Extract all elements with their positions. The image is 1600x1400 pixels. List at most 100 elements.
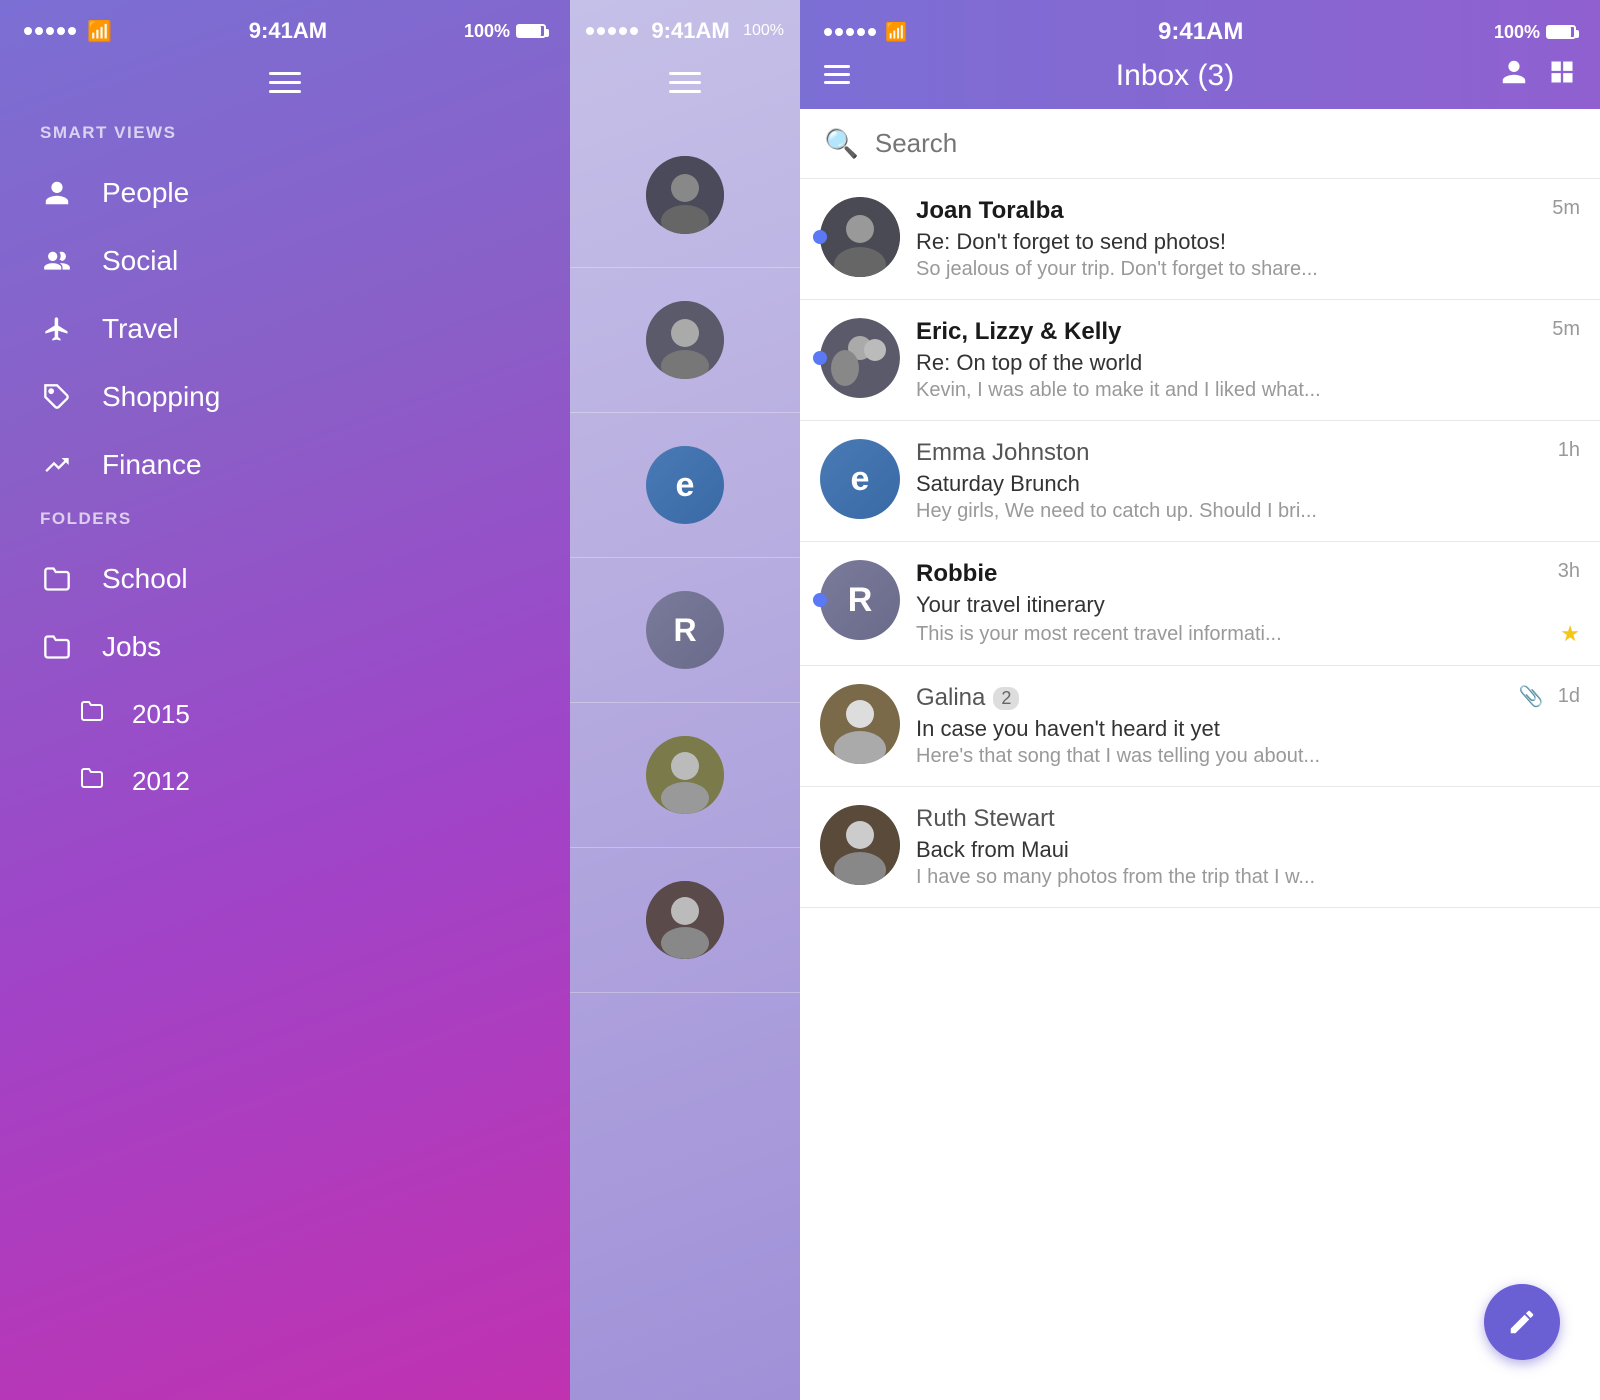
smart-views-label: SMART VIEWS	[0, 123, 570, 159]
right-nav-bar: Inbox (3)	[824, 58, 1576, 93]
unread-dot-robbie	[813, 593, 827, 607]
avatar-robbie-partial: R	[646, 591, 724, 669]
social-label: Social	[102, 245, 178, 277]
email-item-ruth[interactable]: Ruth Stewart Back from Maui I have so ma…	[800, 787, 1600, 908]
time-robbie: 3h	[1558, 560, 1580, 583]
sidebar-item-finance[interactable]: Finance	[0, 431, 570, 499]
middle-phone: 9:41AM 100% e R	[570, 0, 800, 1400]
folder-2012-icon	[80, 766, 104, 797]
compose-button[interactable]	[1484, 1284, 1560, 1360]
preview-joan: So jealous of your trip. Don't forget to…	[916, 258, 1580, 281]
email-item-robbie[interactable]: R Robbie 3h Your travel itinerary This i…	[800, 542, 1600, 666]
time-joan: 5m	[1552, 197, 1580, 220]
sidebar-item-2015[interactable]: 2015	[0, 681, 570, 748]
avatar-galina	[820, 684, 900, 764]
sidebar-item-jobs[interactable]: Jobs	[0, 613, 570, 681]
folder-2012-label: 2012	[132, 766, 190, 797]
right-battery-text: 100%	[1494, 22, 1540, 43]
school-label: School	[102, 563, 188, 595]
avatar-emma-partial: e	[646, 446, 724, 524]
right-time: 9:41AM	[1158, 18, 1243, 46]
avatar-galina-partial	[646, 736, 724, 814]
avatar-eric	[820, 318, 900, 398]
folder-2015-label: 2015	[132, 699, 190, 730]
left-battery-text: 100%	[464, 21, 510, 42]
badge-galina: 2	[993, 687, 1019, 710]
time-eric: 5m	[1552, 318, 1580, 341]
people-label: People	[102, 177, 189, 209]
sidebar-item-school[interactable]: School	[0, 545, 570, 613]
avatar-joan	[820, 197, 900, 277]
sidebar-item-social[interactable]: Social	[0, 227, 570, 295]
jobs-label: Jobs	[102, 631, 161, 663]
avatar-eric-partial	[646, 301, 724, 379]
person-icon	[40, 179, 74, 207]
email-item-joan[interactable]: Joan Toralba 5m Re: Don't forget to send…	[800, 179, 1600, 300]
middle-email-3: e	[570, 413, 800, 558]
preview-ruth: I have so many photos from the trip that…	[916, 866, 1580, 889]
signal-area: 📶	[24, 19, 112, 44]
finance-label: Finance	[102, 449, 202, 481]
avatar-robbie-letter: R	[848, 581, 873, 620]
avatar-emma-letter: e	[851, 460, 870, 499]
subject-emma: Saturday Brunch	[916, 471, 1580, 497]
wifi-icon: 📶	[87, 19, 112, 44]
sidebar-item-shopping[interactable]: Shopping	[0, 363, 570, 431]
right-status-bar: 📶 9:41AM 100%	[824, 18, 1576, 46]
search-icon: 🔍	[824, 127, 859, 160]
left-phone: 📶 9:41AM 100% SMART VIEWS People Social …	[0, 0, 570, 1400]
avatar-emma: e	[820, 439, 900, 519]
sender-eric: Eric, Lizzy & Kelly	[916, 318, 1121, 346]
middle-status-bar: 9:41AM 100%	[570, 0, 800, 52]
right-header: 📶 9:41AM 100% Inbox (3)	[800, 0, 1600, 109]
middle-email-5	[570, 703, 800, 848]
travel-label: Travel	[102, 313, 179, 345]
left-time: 9:41AM	[249, 18, 327, 44]
email-item-emma[interactable]: e Emma Johnston 1h Saturday Brunch Hey g…	[800, 421, 1600, 542]
subject-joan: Re: Don't forget to send photos!	[916, 229, 1580, 255]
middle-email-4: R	[570, 558, 800, 703]
sidebar-item-travel[interactable]: Travel	[0, 295, 570, 363]
sender-ruth: Ruth Stewart	[916, 805, 1055, 833]
avatar-robbie: R	[820, 560, 900, 640]
trending-icon	[40, 451, 74, 479]
unread-dot-eric	[813, 351, 827, 365]
subject-ruth: Back from Maui	[916, 837, 1580, 863]
sender-emma: Emma Johnston	[916, 439, 1089, 467]
attachment-icon-galina: 📎	[1519, 684, 1544, 709]
middle-email-1	[570, 123, 800, 268]
middle-email-6	[570, 848, 800, 993]
right-hamburger[interactable]	[824, 60, 850, 92]
search-input[interactable]	[875, 128, 1576, 159]
left-menu-button[interactable]	[0, 52, 570, 123]
folders-label: FOLDERS	[0, 509, 570, 545]
inbox-title: Inbox (3)	[850, 59, 1500, 93]
preview-emma: Hey girls, We need to catch up. Should I…	[916, 500, 1580, 523]
folder-school-icon	[40, 565, 74, 593]
right-phone: 📶 9:41AM 100% Inbox (3)	[800, 0, 1600, 1400]
folder-2015-icon	[80, 699, 104, 730]
plane-icon	[40, 315, 74, 343]
email-item-eric[interactable]: Eric, Lizzy & Kelly 5m Re: On top of the…	[800, 300, 1600, 421]
star-icon-robbie: ★	[1560, 621, 1580, 647]
profile-icon[interactable]	[1500, 58, 1528, 93]
left-status-bar: 📶 9:41AM 100%	[0, 0, 570, 52]
sidebar-item-2012[interactable]: 2012	[0, 748, 570, 815]
search-bar[interactable]: 🔍	[800, 109, 1600, 179]
sender-robbie: Robbie	[916, 560, 997, 588]
tag-icon	[40, 383, 74, 411]
social-icon	[40, 247, 74, 275]
subject-eric: Re: On top of the world	[916, 350, 1580, 376]
subject-robbie: Your travel itinerary	[916, 592, 1580, 618]
middle-menu[interactable]	[570, 52, 800, 123]
left-battery: 100%	[464, 21, 546, 42]
layout-icon[interactable]	[1548, 58, 1576, 93]
avatar-joan-partial	[646, 156, 724, 234]
middle-email-2	[570, 268, 800, 413]
avatar-ruth-partial	[646, 881, 724, 959]
email-item-galina[interactable]: Galina 2 📎 1d In case you haven't heard …	[800, 666, 1600, 787]
sender-joan: Joan Toralba	[916, 197, 1064, 225]
time-emma: 1h	[1558, 439, 1580, 462]
preview-robbie: This is your most recent travel informat…	[916, 623, 1552, 646]
sidebar-item-people[interactable]: People	[0, 159, 570, 227]
